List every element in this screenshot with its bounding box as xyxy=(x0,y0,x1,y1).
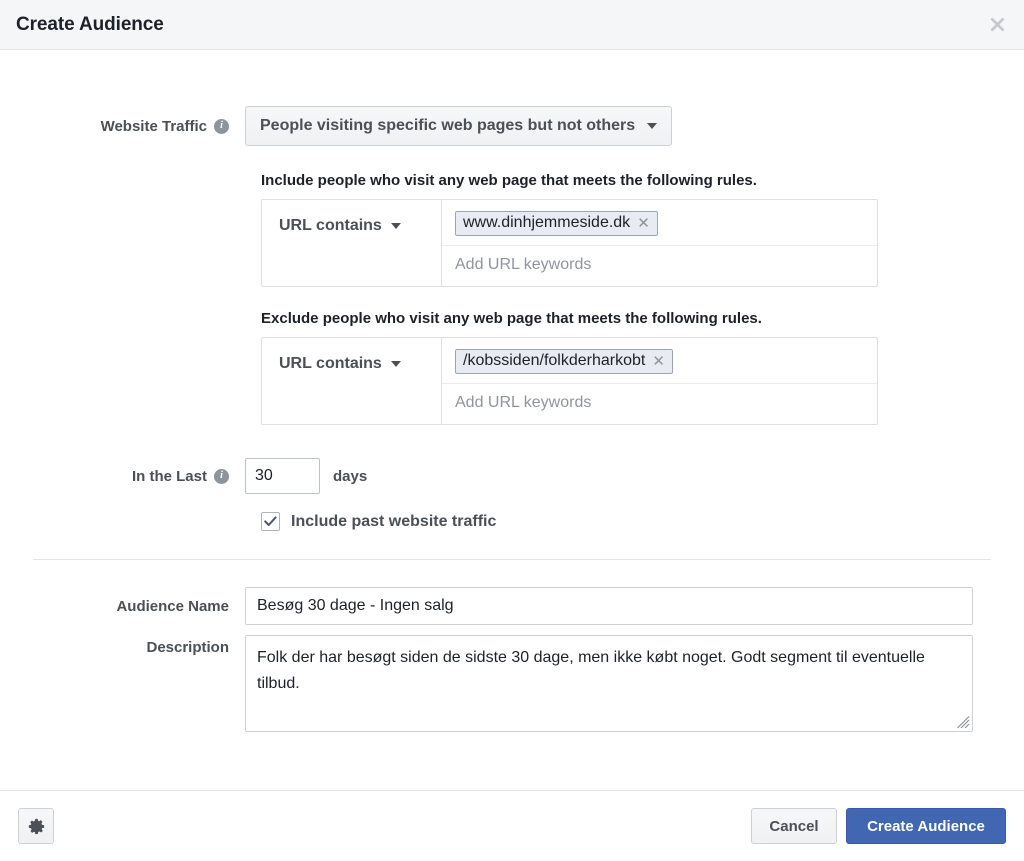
exclude-rules-heading: Exclude people who visit any web page th… xyxy=(261,310,762,327)
include-rules-heading: Include people who visit any web page th… xyxy=(261,172,757,189)
audience-name-label: Audience Name xyxy=(116,597,229,615)
include-rule-type-select[interactable]: URL contains xyxy=(279,217,401,235)
audience-name-field xyxy=(245,587,1024,625)
include-keywords-input[interactable]: Add URL keywords xyxy=(442,246,877,286)
close-icon[interactable] xyxy=(984,12,1010,38)
retention-days-input[interactable] xyxy=(245,458,320,494)
info-icon[interactable]: i xyxy=(214,468,229,484)
retention-days-unit: days xyxy=(333,467,368,485)
include-past-traffic-label: Include past website traffic xyxy=(291,512,497,530)
exclude-url-token[interactable]: /kobssiden/folkderharkobt ✕ xyxy=(455,349,673,374)
audience-description-textarea[interactable] xyxy=(245,635,973,732)
remove-token-icon[interactable]: ✕ xyxy=(652,354,665,369)
retention-field: days xyxy=(245,458,1024,494)
cancel-button[interactable]: Cancel xyxy=(751,808,837,844)
include-url-token[interactable]: www.dinhjemmeside.dk ✕ xyxy=(455,211,658,236)
section-divider xyxy=(33,559,991,560)
website-traffic-select[interactable]: People visiting specific web pages but n… xyxy=(245,106,673,146)
exclude-url-token-text: /kobssiden/folkderharkobt xyxy=(463,352,646,369)
exclude-token-line: /kobssiden/folkderharkobt ✕ xyxy=(442,338,877,384)
website-traffic-label: Website Traffic i xyxy=(0,106,245,146)
include-past-traffic-checkbox-row[interactable]: Include past website traffic xyxy=(261,512,496,531)
remove-token-icon[interactable]: ✕ xyxy=(637,216,650,231)
exclude-rule-type-label: URL contains xyxy=(279,355,382,372)
include-rule-type-cell: URL contains xyxy=(262,200,442,286)
retention-label-text: In the Last xyxy=(131,467,207,485)
include-token-line: www.dinhjemmeside.dk ✕ xyxy=(442,200,877,246)
audience-description-field xyxy=(245,635,1024,732)
gear-icon[interactable] xyxy=(18,808,54,844)
dialog-footer: Cancel Create Audience xyxy=(0,790,1024,861)
retention-label: In the Last i xyxy=(0,458,245,494)
audience-description-row: Description xyxy=(0,635,1024,732)
dialog-title: Create Audience xyxy=(16,13,164,35)
audience-description-label: Description xyxy=(146,639,229,656)
retention-row: In the Last i days xyxy=(0,458,1024,494)
include-rule-values-cell: www.dinhjemmeside.dk ✕ Add URL keywords xyxy=(442,200,877,286)
audience-name-row: Audience Name xyxy=(0,587,1024,625)
website-traffic-select-value: People visiting specific web pages but n… xyxy=(260,117,636,134)
website-traffic-label-text: Website Traffic xyxy=(100,117,207,135)
exclude-rules-section: Exclude people who visit any web page th… xyxy=(261,310,1024,425)
chevron-down-icon xyxy=(390,361,401,367)
include-rule-box: URL contains www.dinhjemmeside.dk ✕ Add … xyxy=(261,199,878,287)
exclude-rule-type-cell: URL contains xyxy=(262,338,442,424)
exclude-rule-type-select[interactable]: URL contains xyxy=(279,355,401,373)
exclude-keywords-input[interactable]: Add URL keywords xyxy=(442,384,877,424)
chevron-down-icon xyxy=(647,123,658,129)
create-audience-button[interactable]: Create Audience xyxy=(846,808,1006,844)
info-icon[interactable]: i xyxy=(214,118,229,134)
include-past-traffic-checkbox[interactable] xyxy=(261,512,280,531)
include-rules-section: Include people who visit any web page th… xyxy=(261,172,1024,287)
audience-name-input[interactable] xyxy=(245,587,973,625)
dialog-body: Website Traffic i People visiting specif… xyxy=(0,50,1024,790)
dialog-header: Create Audience xyxy=(0,0,1024,50)
exclude-rule-box: URL contains /kobssiden/folkderharkobt ✕… xyxy=(261,337,878,425)
website-traffic-field: People visiting specific web pages but n… xyxy=(245,106,1024,146)
exclude-rule-values-cell: /kobssiden/folkderharkobt ✕ Add URL keyw… xyxy=(442,338,877,424)
include-rule-type-label: URL contains xyxy=(279,217,382,234)
website-traffic-row: Website Traffic i People visiting specif… xyxy=(0,106,1024,146)
create-audience-dialog: Create Audience Website Traffic i People… xyxy=(0,0,1024,861)
include-url-token-text: www.dinhjemmeside.dk xyxy=(463,214,631,231)
chevron-down-icon xyxy=(390,223,401,229)
